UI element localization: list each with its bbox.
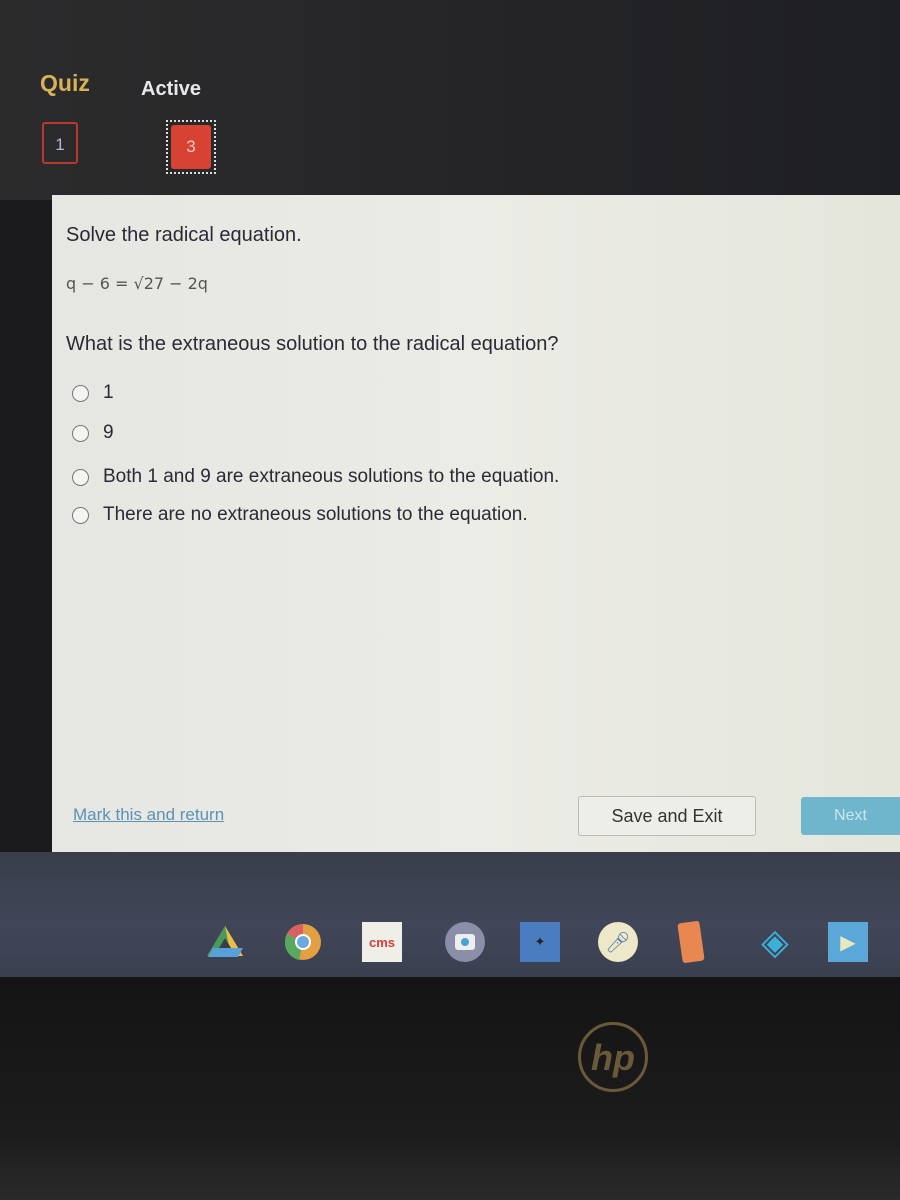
option-label: There are no extraneous solutions to the… [103, 504, 528, 525]
dance-app-icon[interactable]: ✦ [520, 922, 560, 962]
radio-button[interactable] [72, 424, 89, 442]
option-label: 9 [103, 422, 114, 443]
equation: q − 6 = √27 − 2q [66, 274, 208, 293]
laptop-bezel [0, 977, 900, 1200]
radio-button[interactable] [72, 384, 89, 402]
quiz-status: Active [141, 78, 202, 100]
drive-icon[interactable] [205, 922, 245, 962]
chrome-icon[interactable] [283, 922, 323, 962]
save-and-exit-button[interactable]: Save and Exit [578, 796, 756, 836]
mark-and-return-link[interactable]: Mark this and return [73, 805, 224, 825]
cms-app-icon[interactable]: cms [362, 922, 402, 962]
play-app-icon[interactable]: ▶ [828, 922, 868, 962]
option-4[interactable]: There are no extraneous solutions to the… [72, 504, 528, 526]
question-nav-3[interactable]: 3 [166, 120, 216, 174]
option-3[interactable]: Both 1 and 9 are extraneous solutions to… [72, 466, 559, 488]
radio-button[interactable] [72, 506, 89, 524]
hp-logo: hp [578, 1022, 648, 1092]
arrow-app-icon[interactable]: ◈ [755, 921, 795, 962]
option-label: Both 1 and 9 are extraneous solutions to… [103, 466, 560, 487]
camera-icon[interactable] [445, 922, 485, 962]
question-nav-1[interactable]: 1 [42, 122, 78, 164]
option-2[interactable]: 9 [72, 422, 114, 444]
cms-label: cms [368, 934, 396, 950]
quiz-title: Quiz [40, 70, 90, 96]
question-nav-3-label: 3 [171, 125, 211, 169]
radio-button[interactable] [72, 468, 89, 486]
option-1[interactable]: 1 [72, 382, 114, 404]
question-prompt: What is the extraneous solution to the r… [66, 333, 559, 355]
quiz-header [0, 0, 900, 200]
option-label: 1 [103, 382, 114, 403]
instruction-text: Solve the radical equation. [66, 224, 302, 246]
microphone-icon[interactable]: 🎤︎ [598, 922, 638, 962]
next-button[interactable]: Next [801, 797, 900, 835]
